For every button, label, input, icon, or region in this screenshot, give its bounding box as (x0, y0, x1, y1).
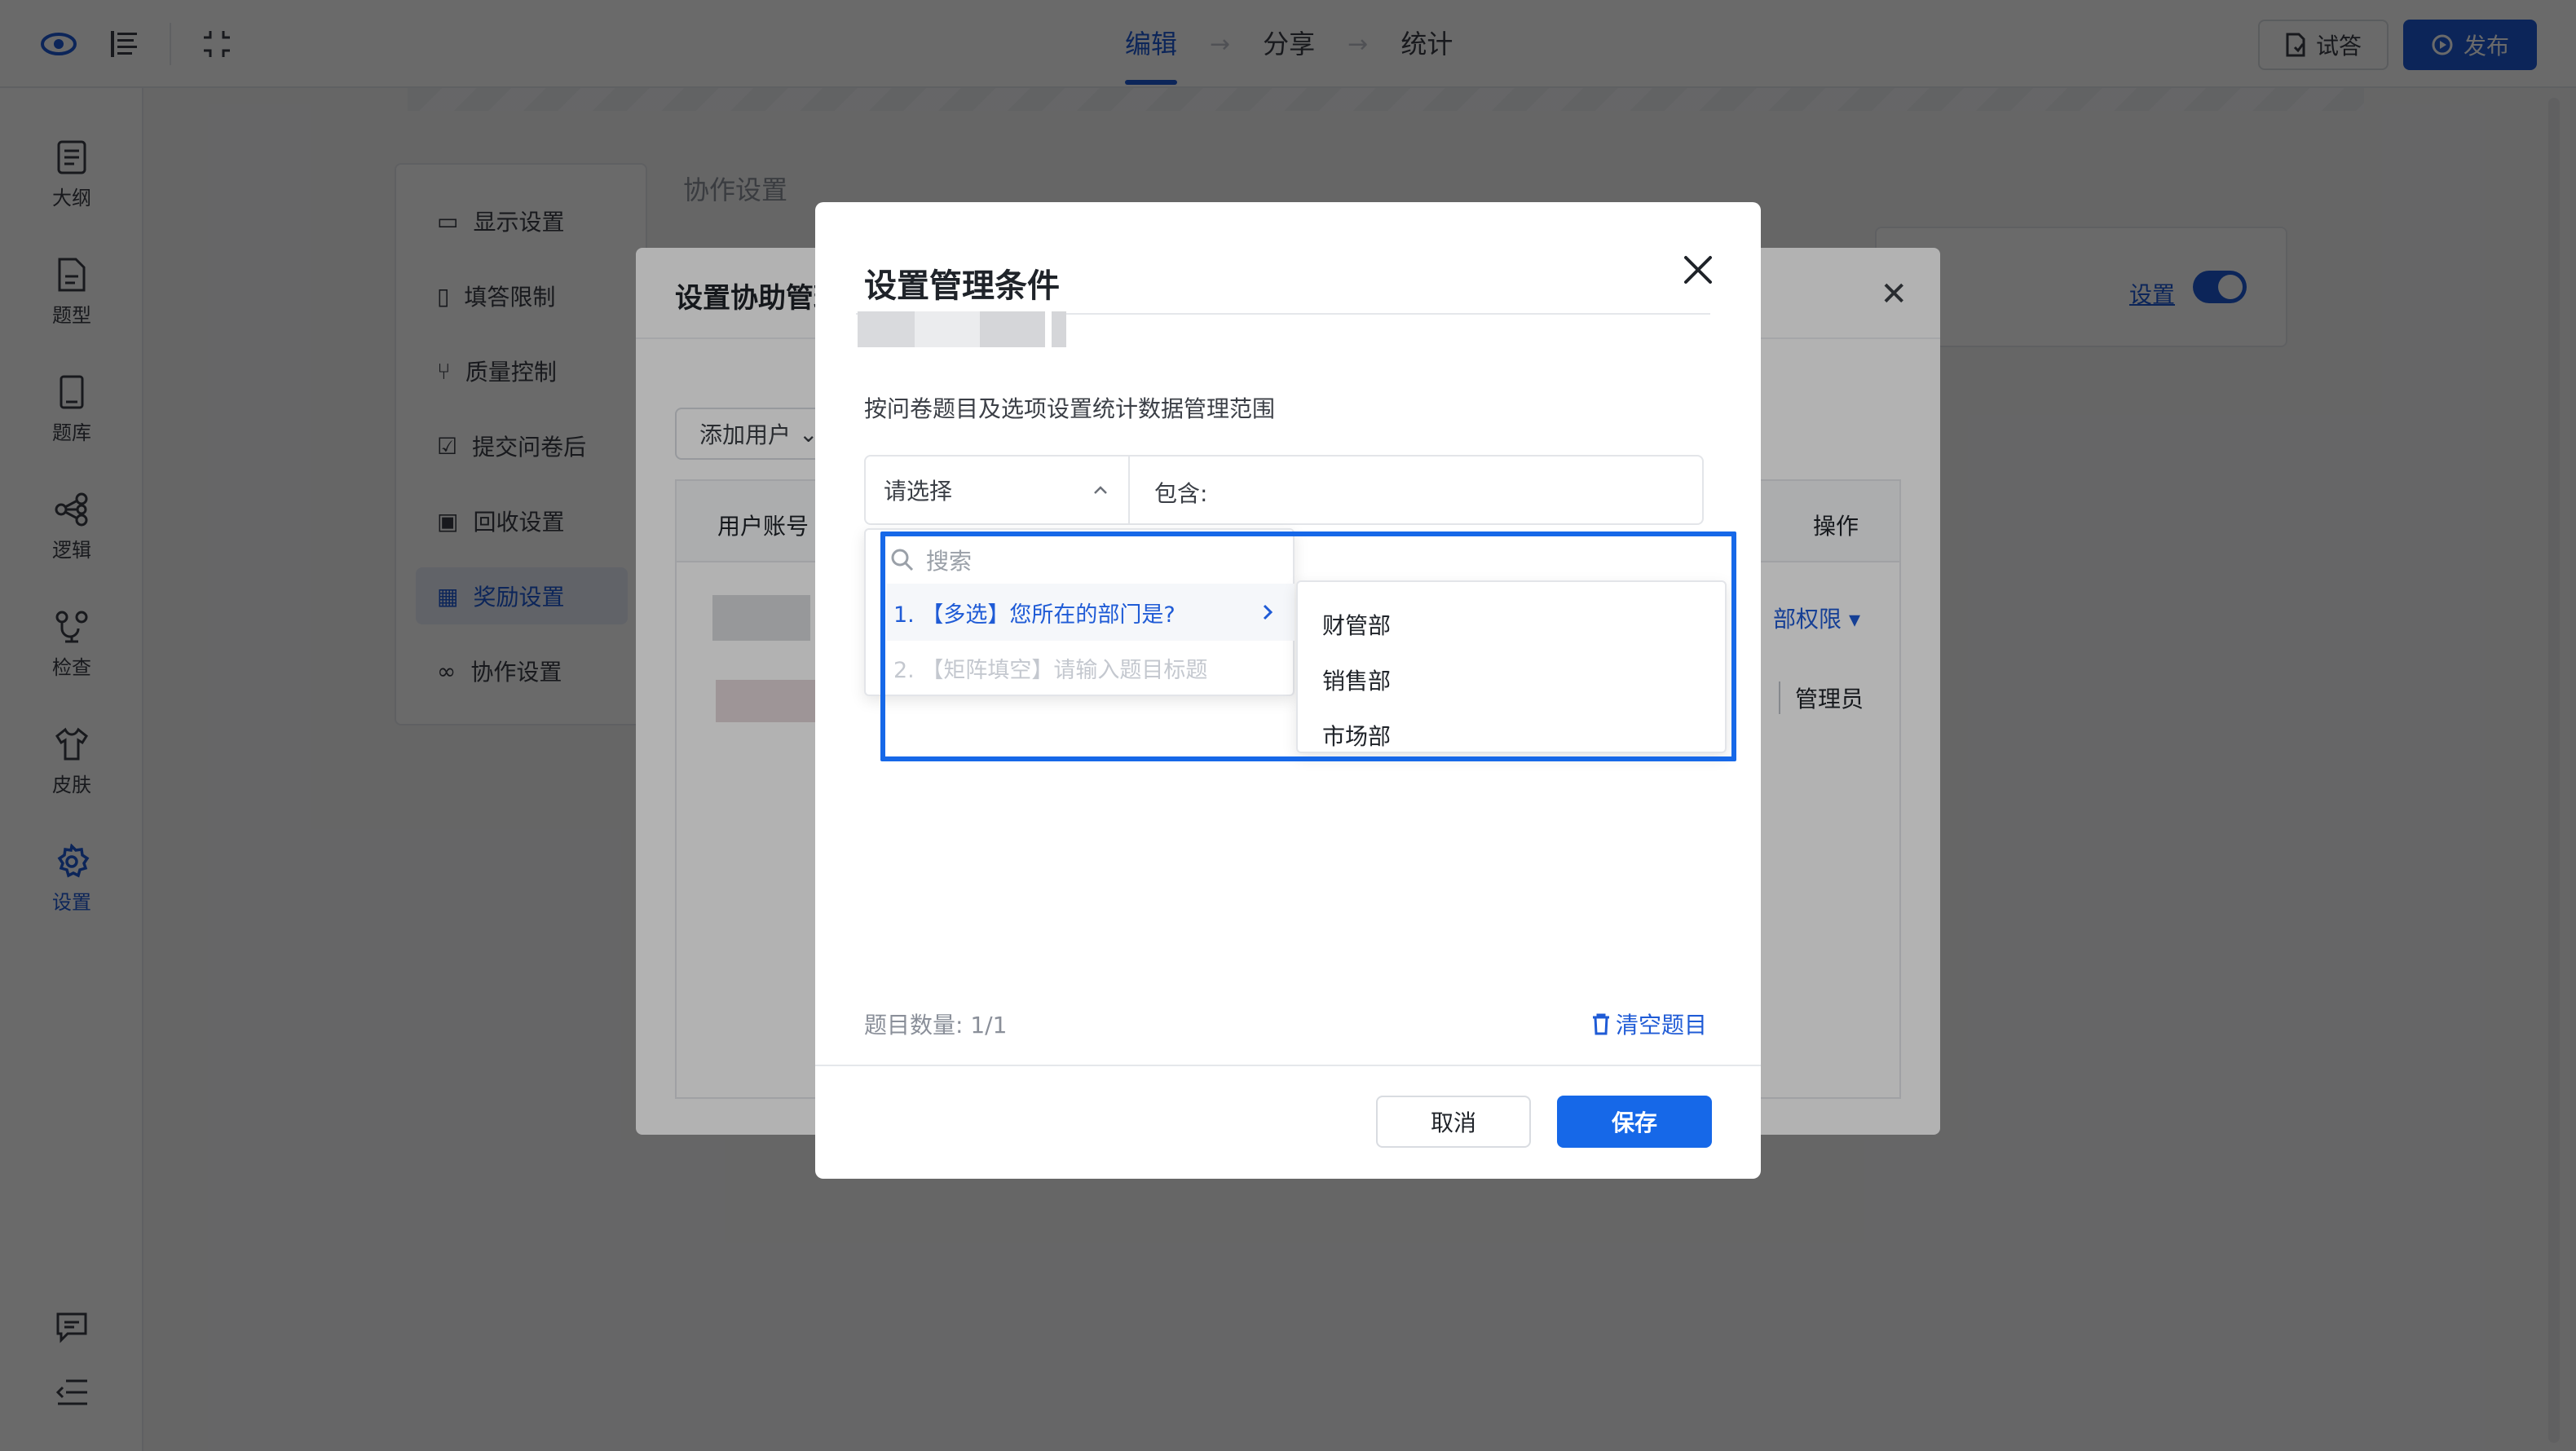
manage-condition-dialog: 设置管理条件 按问卷题目及选项设置统计数据管理范围 请选择 包含: 搜索 1. … (815, 202, 1761, 1179)
condition-row: 请选择 包含: (864, 455, 1704, 525)
cancel-button[interactable]: 取消 (1376, 1096, 1531, 1148)
contain-label: 包含: (1154, 480, 1208, 507)
close-icon[interactable] (1678, 249, 1718, 290)
question-count: 题目数量: 1/1 (864, 1012, 1008, 1039)
dialog-description: 按问卷题目及选项设置统计数据管理范围 (864, 395, 1276, 422)
chevron-up-icon[interactable] (1091, 481, 1110, 501)
blurred-tab[interactable] (858, 311, 1066, 347)
select-placeholder: 请选择 (884, 478, 953, 505)
dialog-title: 设置管理条件 (864, 267, 1060, 305)
footer-divider (815, 1065, 1761, 1066)
clear-label: 清空题目 (1616, 1012, 1708, 1039)
trash-icon (1593, 1013, 1609, 1035)
save-button[interactable]: 保存 (1557, 1096, 1712, 1148)
highlight-box (880, 531, 1736, 761)
clear-questions-button[interactable]: 清空题目 (1591, 1008, 1707, 1040)
